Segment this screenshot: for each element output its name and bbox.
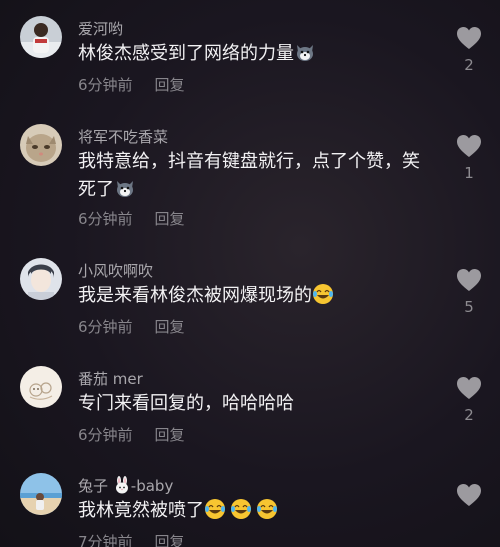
heart-icon: [457, 269, 481, 291]
comment-meta: 6分钟前 回复: [78, 424, 185, 445]
like-count: 1: [464, 164, 474, 182]
comment-text: 林俊杰感受到了网络的力量: [78, 40, 433, 68]
avatar-image: [20, 366, 62, 408]
like-button[interactable]: 2: [454, 26, 484, 74]
username-suffix: -baby: [130, 477, 174, 495]
comment-text: 我是来看林俊杰被网爆现场的: [78, 282, 433, 310]
comment-username[interactable]: 小风吹啊吹: [78, 260, 153, 281]
heart-icon: [457, 135, 481, 157]
comment-time: 6分钟前: [78, 318, 133, 336]
comment-time: 6分钟前: [78, 76, 133, 94]
comment-username[interactable]: 将军不吃香菜: [78, 126, 168, 147]
avatar[interactable]: [20, 16, 62, 58]
laughing-tears-emoji: [312, 283, 334, 305]
comment-text: 我林竟然被喷了: [78, 497, 433, 525]
avatar-image: [20, 473, 62, 515]
like-count: 5: [464, 298, 474, 316]
comment-time: 6分钟前: [78, 210, 133, 228]
heart-icon: [457, 377, 481, 399]
avatar-image: [20, 258, 62, 300]
comment-text-body: 专门来看回复的，哈哈哈哈: [78, 393, 294, 414]
comment-meta: 6分钟前 回复: [78, 316, 185, 337]
like-button[interactable]: 2: [454, 376, 484, 424]
laughing-tears-emoji: [204, 498, 226, 520]
avatar-image: [20, 16, 62, 58]
comment-meta: 7分钟前 回复: [78, 531, 185, 547]
comment-meta: 6分钟前 回复: [78, 208, 185, 229]
like-button[interactable]: 5: [454, 268, 484, 316]
comment-username[interactable]: 番茄 mer: [78, 368, 143, 389]
comment-meta: 6分钟前 回复: [78, 74, 185, 95]
laughing-tears-emoji: [256, 498, 278, 520]
avatar[interactable]: [20, 473, 62, 515]
avatar[interactable]: [20, 366, 62, 408]
laughing-tears-emoji: [230, 498, 252, 520]
like-button[interactable]: [454, 483, 484, 531]
husky-emoji: [294, 41, 316, 63]
comment-time: 6分钟前: [78, 426, 133, 444]
avatar[interactable]: [20, 124, 62, 166]
reply-button[interactable]: 回复: [155, 76, 185, 94]
heart-icon: [457, 484, 481, 506]
comment-text: 我特意给，抖音有键盘就行，点了个赞，笑死了: [78, 148, 433, 204]
comment-time: 7分钟前: [78, 533, 133, 547]
avatar[interactable]: [20, 258, 62, 300]
reply-button[interactable]: 回复: [155, 210, 185, 228]
like-count: 2: [464, 406, 474, 424]
comment-username[interactable]: 爱河哟: [78, 18, 123, 39]
comment-text-body: 我林竟然被喷了: [78, 500, 204, 521]
avatar-image: [20, 124, 62, 166]
comment-text-body: 林俊杰感受到了网络的力量: [78, 43, 294, 64]
like-count: 2: [464, 56, 474, 74]
like-button[interactable]: 1: [454, 134, 484, 182]
heart-icon: [457, 27, 481, 49]
like-count: [454, 513, 484, 531]
comment-text-body: 我是来看林俊杰被网爆现场的: [78, 285, 312, 306]
reply-button[interactable]: 回复: [155, 426, 185, 444]
comment-text: 专门来看回复的，哈哈哈哈: [78, 390, 433, 418]
reply-button[interactable]: 回复: [155, 533, 185, 547]
username-text: 兔子: [78, 477, 109, 495]
comment-username[interactable]: 兔子 -baby: [78, 475, 173, 496]
rabbit-emoji: [113, 476, 131, 494]
reply-button[interactable]: 回复: [155, 318, 185, 336]
husky-emoji: [114, 177, 136, 199]
